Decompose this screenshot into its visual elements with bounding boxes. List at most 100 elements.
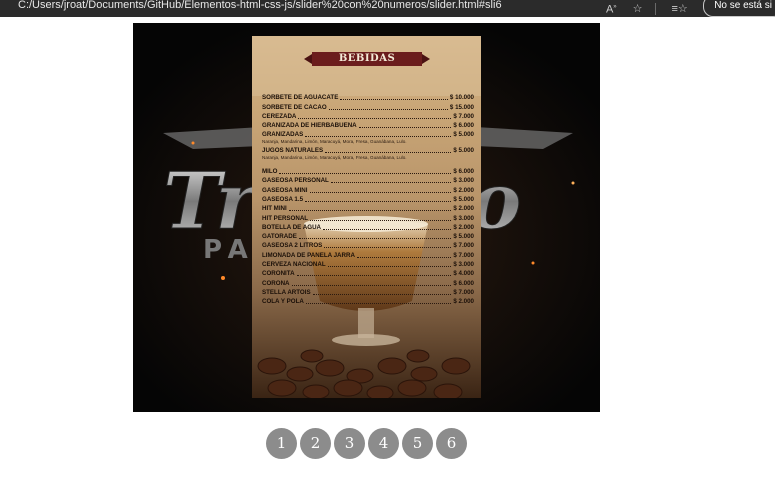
menu-item-name: CORONA bbox=[262, 279, 290, 287]
favorites-icon[interactable]: ≡☆ bbox=[672, 3, 688, 15]
toolbar-divider bbox=[654, 2, 656, 15]
menu-item-price: $ 7.000 bbox=[453, 251, 474, 259]
favorite-add-icon[interactable]: ☆ bbox=[633, 3, 643, 15]
slider-page-button-5[interactable]: 5 bbox=[402, 428, 433, 459]
menu-item: HIT MINI $ 2.000 bbox=[262, 204, 474, 213]
menu-item-price: $ 15.000 bbox=[449, 103, 474, 111]
menu-item-price: $ 4.000 bbox=[453, 270, 474, 278]
read-aloud-icon[interactable]: A» bbox=[606, 1, 617, 16]
menu-item: GATORADE $ 5.000 bbox=[262, 232, 474, 241]
menu-item-leader bbox=[305, 200, 452, 202]
slider-page-button-4[interactable]: 4 bbox=[368, 428, 399, 459]
menu-item-leader bbox=[330, 182, 452, 184]
menu-item-price: $ 7.000 bbox=[453, 112, 474, 120]
slider-page-button-1[interactable]: 1 bbox=[266, 428, 297, 459]
menu-item-name: CERVEZA NACIONAL bbox=[262, 261, 326, 269]
menu-item-price: $ 3.000 bbox=[453, 177, 474, 185]
slider-page-button-3[interactable]: 3 bbox=[334, 428, 365, 459]
menu-item-price: $ 5.000 bbox=[453, 195, 474, 203]
menu-item-leader bbox=[327, 266, 452, 268]
menu-item-name: GRANIZADA DE HIERBABUENA bbox=[262, 122, 357, 130]
menu-item-price: $ 3.000 bbox=[453, 261, 474, 269]
menu-item-leader bbox=[310, 219, 452, 221]
menu-item-name: LIMONADA DE PANELA JARRA bbox=[262, 251, 355, 259]
menu-item-leader bbox=[328, 108, 448, 110]
menu-item: GRANIZADA DE HIERBABUENA $ 6.000 bbox=[262, 121, 474, 130]
menu-item: MILO $ 6.000 bbox=[262, 167, 474, 176]
menu-item-leader bbox=[305, 136, 452, 138]
menu-item-price: $ 5.000 bbox=[453, 131, 474, 139]
menu-item-leader bbox=[323, 228, 452, 230]
menu-item-leader bbox=[288, 210, 452, 212]
slider-frame: Troncho PA AR bbox=[133, 23, 600, 412]
profile-status-button[interactable]: No se está si bbox=[703, 0, 775, 17]
menu-item-price: $ 2.000 bbox=[453, 298, 474, 306]
menu-item-leader bbox=[358, 127, 452, 129]
menu-item-name: COLA Y POLA bbox=[262, 298, 304, 306]
menu-item-leader bbox=[340, 99, 448, 101]
menu-card: BEBIDAS SORBETE DE AGUACATE $ 10.000 SORBE… bbox=[252, 36, 481, 398]
menu-item-leader bbox=[324, 247, 452, 249]
menu-item-leader bbox=[291, 284, 452, 286]
menu-item: LIMONADA DE PANELA JARRA $ 7.000 bbox=[262, 250, 474, 259]
menu-item: GASEOSA PERSONAL $ 3.000 bbox=[262, 176, 474, 185]
menu-item-price: $ 2.000 bbox=[453, 205, 474, 213]
menu-item-name: GRANIZADAS bbox=[262, 131, 304, 139]
address-bar-url[interactable]: C:/Users/jroat/Documents/GitHub/Elemento… bbox=[18, 0, 502, 12]
menu-item-leader bbox=[298, 238, 452, 240]
menu-item-leader bbox=[309, 191, 452, 193]
menu-item-name: GASEOSA 1.5 bbox=[262, 195, 304, 203]
menu-item-price: $ 2.000 bbox=[453, 186, 474, 194]
menu-item-name: CORONITA bbox=[262, 270, 295, 278]
menu-item: GASEOSA 1.5 $ 5.000 bbox=[262, 195, 474, 204]
menu-item-price: $ 2.000 bbox=[453, 223, 474, 231]
slider-pagination: 123456 bbox=[266, 428, 467, 459]
menu-item: STELLA ARTOIS $ 7.000 bbox=[262, 288, 474, 297]
menu-item-name: GATORADE bbox=[262, 233, 297, 241]
menu-item-name: JUGOS NATURALES bbox=[262, 146, 324, 154]
menu-item-leader bbox=[296, 275, 452, 277]
menu-item: GASEOSA 2 LITROS $ 7.000 bbox=[262, 241, 474, 250]
menu-item: CEREZADA $ 7.000 bbox=[262, 112, 474, 121]
toolbar-icons: A» ☆ ≡☆ ⊕ bbox=[606, 0, 713, 17]
menu-item-name: GASEOSA PERSONAL bbox=[262, 177, 329, 185]
menu-item-leader bbox=[325, 151, 452, 153]
menu-item: SORBETE DE AGUACATE $ 10.000 bbox=[262, 93, 474, 102]
menu-item-name: GASEOSA MINI bbox=[262, 186, 308, 194]
menu-item-price: $ 6.000 bbox=[453, 122, 474, 130]
menu-item-price: $ 6.000 bbox=[453, 279, 474, 287]
slider-page-button-6[interactable]: 6 bbox=[436, 428, 467, 459]
menu-item: GRANIZADAS $ 5.000 bbox=[262, 130, 474, 139]
menu-item-name: MILO bbox=[262, 168, 278, 176]
menu-item-leader bbox=[279, 173, 452, 175]
menu-item-price: $ 5.000 bbox=[453, 146, 474, 154]
slider-page-button-2[interactable]: 2 bbox=[300, 428, 331, 459]
menu-item-leader bbox=[298, 117, 452, 119]
menu-item: HIT PERSONAL $ 3.000 bbox=[262, 213, 474, 222]
menu-item-leader bbox=[312, 293, 452, 295]
menu-item-name: GASEOSA 2 LITROS bbox=[262, 242, 323, 250]
menu-item-name: HIT MINI bbox=[262, 205, 287, 213]
menu-item: COLA Y POLA $ 2.000 bbox=[262, 297, 474, 306]
menu-item-name: CEREZADA bbox=[262, 112, 297, 120]
menu-item: JUGOS NATURALES $ 5.000 bbox=[262, 145, 474, 154]
menu-item-price: $ 6.000 bbox=[453, 168, 474, 176]
menu-item: BOTELLA DE AGUA $ 2.000 bbox=[262, 223, 474, 232]
menu-item: CORONA $ 6.000 bbox=[262, 278, 474, 287]
menu-item: SORBETE DE CACAO $ 15.000 bbox=[262, 102, 474, 111]
browser-toolbar: C:/Users/jroat/Documents/GitHub/Elemento… bbox=[0, 0, 775, 17]
menu-item-name: BOTELLA DE AGUA bbox=[262, 223, 322, 231]
menu-title: BEBIDAS bbox=[338, 53, 396, 64]
menu-title-banner: BEBIDAS bbox=[304, 52, 430, 66]
menu-item-leader bbox=[356, 256, 452, 258]
menu-item-name: SORBETE DE AGUACATE bbox=[262, 94, 339, 102]
menu-item-name: STELLA ARTOIS bbox=[262, 288, 311, 296]
menu-item-price: $ 7.000 bbox=[453, 288, 474, 296]
menu-item-leader bbox=[305, 303, 452, 305]
menu-item: CERVEZA NACIONAL $ 3.000 bbox=[262, 260, 474, 269]
menu-item-name: SORBETE DE CACAO bbox=[262, 103, 327, 111]
menu-item-name: HIT PERSONAL bbox=[262, 214, 309, 222]
menu-item-list: SORBETE DE AGUACATE $ 10.000 SORBETE DE CA… bbox=[262, 93, 474, 306]
menu-item-price: $ 5.000 bbox=[453, 233, 474, 241]
menu-item: CORONITA $ 4.000 bbox=[262, 269, 474, 278]
